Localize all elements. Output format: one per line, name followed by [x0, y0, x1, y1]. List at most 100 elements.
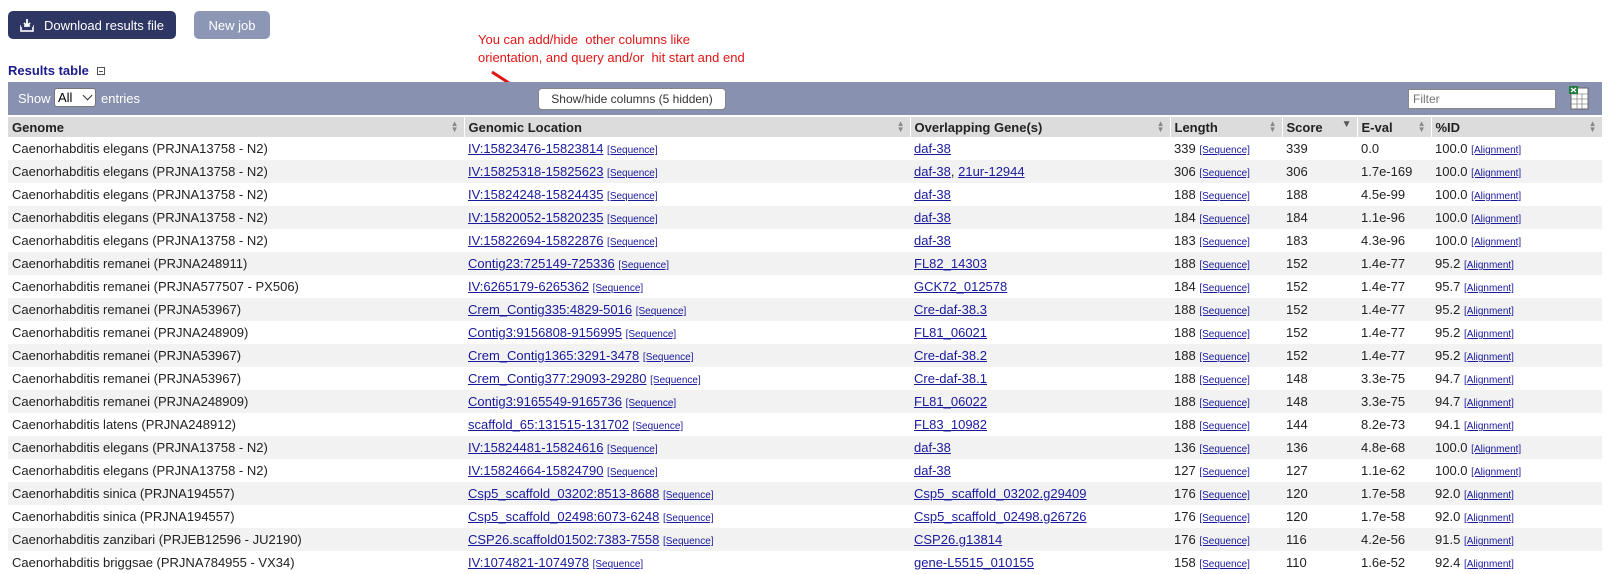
gene-link[interactable]: daf-38: [914, 440, 951, 455]
column-header-location[interactable]: Genomic Location ▲ ▼: [464, 117, 911, 137]
sequence-link[interactable]: [Sequence]: [1199, 168, 1250, 179]
sequence-link[interactable]: [Sequence]: [607, 214, 658, 225]
location-link[interactable]: scaffold_65:131515-131702: [468, 417, 629, 432]
alignment-link[interactable]: [Alignment]: [1464, 536, 1514, 547]
sequence-link[interactable]: [Sequence]: [650, 375, 701, 386]
gene-link[interactable]: daf-38: [914, 463, 951, 478]
location-link[interactable]: Crem_Contig335:4829-5016: [468, 302, 632, 317]
gene-link[interactable]: FL81_06022: [914, 394, 987, 409]
filter-input[interactable]: [1408, 89, 1556, 109]
gene-link[interactable]: daf-38: [914, 210, 951, 225]
location-link[interactable]: Crem_Contig1365:3291-3478: [468, 348, 639, 363]
sequence-link[interactable]: [Sequence]: [1199, 444, 1250, 455]
sequence-link[interactable]: [Sequence]: [1199, 559, 1250, 570]
alignment-link[interactable]: [Alignment]: [1471, 168, 1521, 179]
gene-link[interactable]: FL81_06021: [914, 325, 987, 340]
location-link[interactable]: Crem_Contig377:29093-29280: [468, 371, 647, 386]
sequence-link[interactable]: [Sequence]: [1199, 237, 1250, 248]
location-link[interactable]: IV:15822694-15822876: [468, 233, 603, 248]
sequence-link[interactable]: [Sequence]: [663, 536, 714, 547]
location-link[interactable]: IV:15824248-15824435: [468, 187, 603, 202]
location-link[interactable]: Contig23:725149-725336: [468, 256, 615, 271]
sequence-link[interactable]: [Sequence]: [626, 329, 677, 340]
sequence-link[interactable]: [Sequence]: [607, 191, 658, 202]
gene-link[interactable]: daf-38: [914, 233, 951, 248]
sequence-link[interactable]: [Sequence]: [1199, 283, 1250, 294]
gene-link[interactable]: FL82_14303: [914, 256, 987, 271]
sequence-link[interactable]: [Sequence]: [636, 306, 687, 317]
location-link[interactable]: CSP26.scaffold01502:7383-7558: [468, 532, 659, 547]
spreadsheet-export-icon[interactable]: [1568, 85, 1590, 111]
alignment-link[interactable]: [Alignment]: [1464, 306, 1514, 317]
sequence-link[interactable]: [Sequence]: [663, 513, 714, 524]
sequence-link[interactable]: [Sequence]: [593, 559, 644, 570]
show-hide-columns-button[interactable]: Show/hide columns (5 hidden): [538, 88, 726, 110]
location-link[interactable]: IV:15824481-15824616: [468, 440, 603, 455]
alignment-link[interactable]: [Alignment]: [1464, 398, 1514, 409]
sequence-link[interactable]: [Sequence]: [633, 421, 684, 432]
sequence-link[interactable]: [Sequence]: [643, 352, 694, 363]
sequence-link[interactable]: [Sequence]: [1199, 329, 1250, 340]
gene-link[interactable]: CSP26.g13814: [914, 532, 1002, 547]
gene-link[interactable]: Csp5_scaffold_03202.g29409: [914, 486, 1087, 501]
entries-select[interactable]: All: [54, 88, 96, 107]
sequence-link[interactable]: [Sequence]: [607, 145, 658, 156]
column-header-genes[interactable]: Overlapping Gene(s) ▲ ▼: [910, 117, 1171, 137]
location-link[interactable]: IV:1074821-1074978: [468, 555, 589, 570]
gene-link[interactable]: daf-38: [914, 164, 951, 179]
sequence-link[interactable]: [Sequence]: [607, 467, 658, 478]
alignment-link[interactable]: [Alignment]: [1464, 260, 1514, 271]
gene-link[interactable]: 21ur-12944: [958, 164, 1025, 179]
column-header-genome[interactable]: Genome ▲ ▼: [8, 117, 465, 137]
gene-link[interactable]: daf-38: [914, 141, 951, 156]
sequence-link[interactable]: [Sequence]: [607, 237, 658, 248]
sequence-link[interactable]: [Sequence]: [618, 260, 669, 271]
sequence-link[interactable]: [Sequence]: [1199, 375, 1250, 386]
sequence-link[interactable]: [Sequence]: [663, 490, 714, 501]
sequence-link[interactable]: [Sequence]: [1199, 260, 1250, 271]
gene-link[interactable]: FL83_10982: [914, 417, 987, 432]
alignment-link[interactable]: [Alignment]: [1464, 559, 1514, 570]
collapse-icon[interactable]: [96, 66, 105, 75]
alignment-link[interactable]: [Alignment]: [1471, 237, 1521, 248]
location-link[interactable]: Contig3:9165549-9165736: [468, 394, 622, 409]
gene-link[interactable]: daf-38: [914, 187, 951, 202]
sequence-link[interactable]: [Sequence]: [1199, 536, 1250, 547]
sequence-link[interactable]: [Sequence]: [593, 283, 644, 294]
column-header-eval[interactable]: E-val ▲ ▼: [1357, 117, 1432, 137]
sequence-link[interactable]: [Sequence]: [1199, 306, 1250, 317]
location-link[interactable]: IV:15824664-15824790: [468, 463, 603, 478]
location-link[interactable]: IV:15820052-15820235: [468, 210, 603, 225]
alignment-link[interactable]: [Alignment]: [1464, 375, 1514, 386]
gene-link[interactable]: GCK72_012578: [914, 279, 1007, 294]
alignment-link[interactable]: [Alignment]: [1471, 191, 1521, 202]
column-header-length[interactable]: Length ▲ ▼: [1170, 117, 1283, 137]
sequence-link[interactable]: [Sequence]: [1199, 352, 1250, 363]
sequence-link[interactable]: [Sequence]: [1199, 490, 1250, 501]
sequence-link[interactable]: [Sequence]: [1199, 421, 1250, 432]
alignment-link[interactable]: [Alignment]: [1464, 490, 1514, 501]
location-link[interactable]: IV:15823476-15823814: [468, 141, 603, 156]
gene-link[interactable]: Cre-daf-38.1: [914, 371, 987, 386]
alignment-link[interactable]: [Alignment]: [1471, 444, 1521, 455]
sequence-link[interactable]: [Sequence]: [1199, 145, 1250, 156]
sequence-link[interactable]: [Sequence]: [1199, 513, 1250, 524]
location-link[interactable]: Contig3:9156808-9156995: [468, 325, 622, 340]
alignment-link[interactable]: [Alignment]: [1471, 214, 1521, 225]
alignment-link[interactable]: [Alignment]: [1464, 352, 1514, 363]
column-header-pid[interactable]: %ID ▲ ▼: [1431, 117, 1603, 137]
sequence-link[interactable]: [Sequence]: [607, 444, 658, 455]
location-link[interactable]: IV:15825318-15825623: [468, 164, 603, 179]
location-link[interactable]: Csp5_scaffold_02498:6073-6248: [468, 509, 659, 524]
gene-link[interactable]: Cre-daf-38.2: [914, 348, 987, 363]
gene-link[interactable]: Cre-daf-38.3: [914, 302, 987, 317]
alignment-link[interactable]: [Alignment]: [1464, 283, 1514, 294]
sequence-link[interactable]: [Sequence]: [1199, 467, 1250, 478]
sequence-link[interactable]: [Sequence]: [1199, 398, 1250, 409]
sequence-link[interactable]: [Sequence]: [626, 398, 677, 409]
column-header-score[interactable]: Score ▼: [1282, 117, 1358, 137]
alignment-link[interactable]: [Alignment]: [1464, 513, 1514, 524]
location-link[interactable]: Csp5_scaffold_03202:8513-8688: [468, 486, 659, 501]
location-link[interactable]: IV:6265179-6265362: [468, 279, 589, 294]
alignment-link[interactable]: [Alignment]: [1464, 329, 1514, 340]
